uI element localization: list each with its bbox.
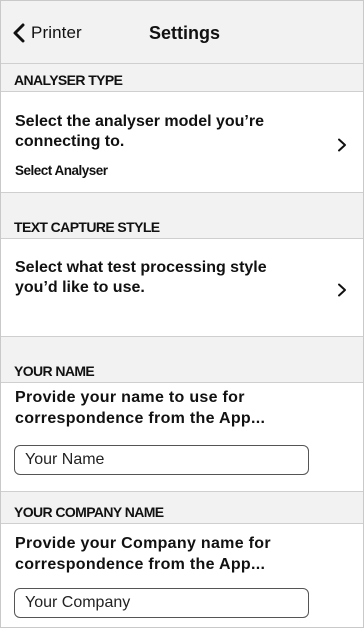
section-header-text-capture-style: TEXT CAPTURE STYLE [1, 192, 363, 239]
section-header-label: YOUR NAME [14, 363, 95, 379]
back-button[interactable]: Printer [13, 21, 82, 45]
section-header-label: ANALYSER TYPE [14, 72, 123, 88]
page-title: Settings [149, 23, 221, 43]
text-capture-style-description: Select what test processing style you’d … [15, 259, 267, 296]
your-name-description: Provide your name to use for corresponde… [15, 387, 335, 429]
section-header-label: TEXT CAPTURE STYLE [14, 219, 160, 235]
company-name-input[interactable] [14, 588, 309, 618]
section-header-your-name: YOUR NAME [1, 336, 363, 383]
description-line: Provide your Company name for [15, 535, 271, 552]
analyser-type-row[interactable]: Select the analyser model you’re connect… [1, 92, 363, 192]
company-name-description: Provide your Company name for correspond… [15, 533, 335, 575]
section-header-label: YOUR COMPANY NAME [14, 504, 164, 520]
navigation-bar: Printer Settings [1, 1, 363, 64]
chevron-right-icon [337, 138, 347, 152]
your-name-input[interactable] [14, 445, 309, 475]
chevron-right-icon [337, 283, 347, 297]
back-button-label: Printer [31, 23, 82, 42]
section-header-your-company-name: YOUR COMPANY NAME [1, 491, 363, 524]
text-capture-style-row[interactable]: Select what test processing style you’d … [1, 239, 363, 336]
analyser-type-value: Select Analyser [15, 163, 108, 178]
settings-screen: Printer Settings ANALYSER TYPE Select th… [0, 0, 364, 628]
analyser-type-description: Select the analyser model you’re connect… [15, 113, 264, 150]
company-name-row: Provide your Company name for correspond… [1, 524, 363, 627]
description-line: correspondence from the App... [15, 410, 266, 427]
description-line: correspondence from the App... [15, 556, 266, 573]
your-name-row: Provide your name to use for corresponde… [1, 383, 363, 491]
chevron-left-icon [13, 23, 25, 43]
section-header-analyser-type: ANALYSER TYPE [1, 63, 363, 92]
description-line: Provide your name to use for [15, 389, 245, 406]
